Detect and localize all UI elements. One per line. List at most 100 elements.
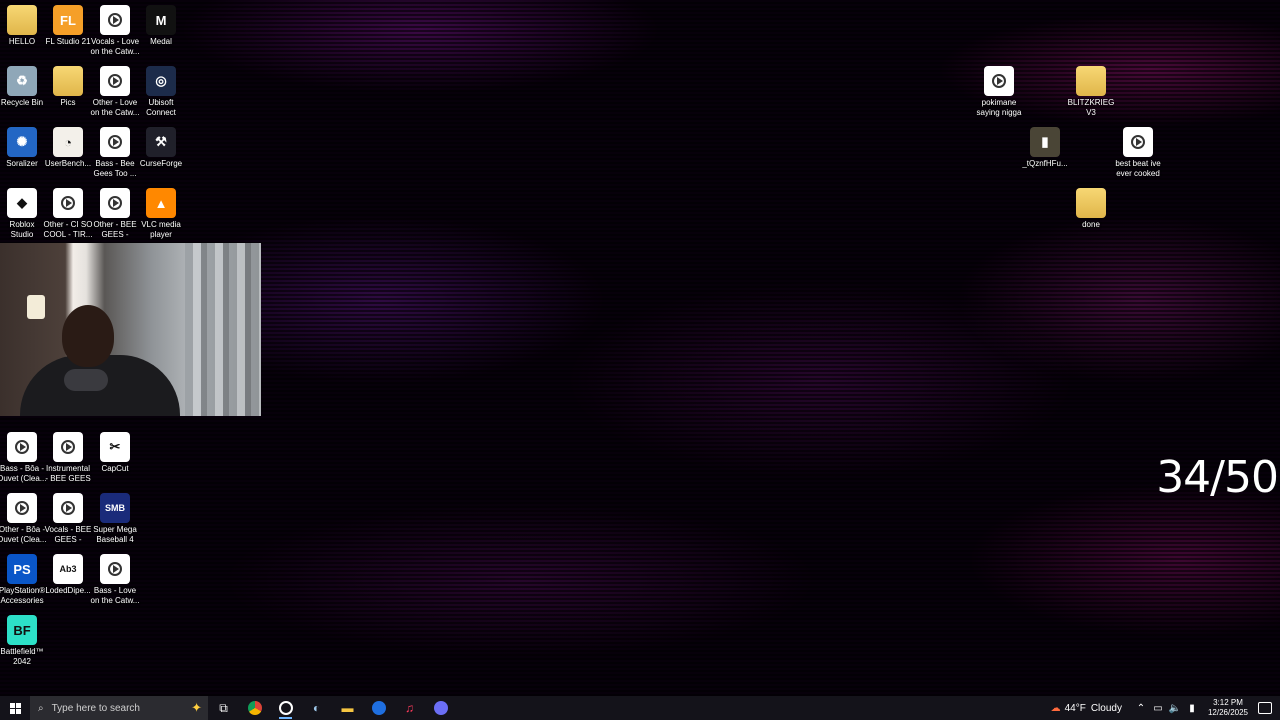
media-file-icon <box>100 5 130 35</box>
desktop-icon-ps-accessories[interactable]: PS PlayStation® Accessories <box>0 554 45 606</box>
desktop-icon-bass-bee[interactable]: Bass - Bee Gees Too ... <box>92 127 138 179</box>
desktop-icon-other-bee[interactable]: Other - BEE GEES - TOO... <box>92 188 138 240</box>
notifications-icon[interactable] <box>1258 702 1272 714</box>
desktop-icon-bass-boa[interactable]: Bass - Bôa - Duvet (Clea... <box>0 432 47 484</box>
desktop-icon-vocals-bee[interactable]: Vocals - BEE GEES - TOO... <box>45 493 91 545</box>
desktop-icon-label: done <box>1082 220 1100 229</box>
desktop-icon-hello[interactable]: HELLO <box>0 5 45 47</box>
weather-widget[interactable]: ☁ 44°F Cloudy <box>1051 703 1122 714</box>
desktop-icon-instrumental[interactable]: Instrumental - BEE GEES ... <box>45 432 91 484</box>
desktop-icon-fl-studio[interactable]: FL FL Studio 21 <box>45 5 91 47</box>
start-button[interactable] <box>0 696 30 720</box>
lamp <box>27 295 45 319</box>
recycle-bin-icon: ♻ <box>7 66 37 96</box>
discord-icon <box>433 701 448 715</box>
media-file-icon <box>100 66 130 96</box>
desktop-icon-done[interactable]: done <box>1068 188 1114 230</box>
desktop-icon-vocals-love[interactable]: Vocals - Love on the Catw... <box>91 5 139 57</box>
music-note-icon: ♫ <box>405 701 414 715</box>
desktop-icon-other-ci-so[interactable]: Other - CI SO COOL - TIR... <box>44 188 92 240</box>
taskbar-clock[interactable]: 3:12 PM 12/26/2025 <box>1208 698 1248 718</box>
taskbar-chrome[interactable] <box>239 696 270 720</box>
desktop-icon-soralizer[interactable]: ✺ Soralizer <box>0 127 45 169</box>
desktop-icon-capcut[interactable]: ✂ CapCut <box>92 432 138 474</box>
curtain <box>185 243 261 416</box>
folder-icon: ▬ <box>341 701 354 715</box>
task-view-icon: ⧉ <box>219 700 228 715</box>
taskbar: ⌕ Type here to search ✦ ⧉ ◐ ▬ ♫ ☁ 44°F C… <box>0 696 1280 720</box>
fl-studio-icon: FL <box>53 5 83 35</box>
desktop-icon-pics[interactable]: Pics <box>45 66 91 108</box>
weather-icon: ☁ <box>1050 702 1061 714</box>
desktop-icon-userbench[interactable]: ◔ UserBench... <box>45 127 91 169</box>
weather-condition: Cloudy <box>1090 702 1122 714</box>
taskbar-steam[interactable]: ◐ <box>301 696 332 720</box>
desktop-icon-label: Medal <box>150 37 172 46</box>
desktop-icon-label: Bass - Bôa - Duvet (Clea... <box>0 464 47 483</box>
media-file-icon <box>984 66 1014 96</box>
desktop-icon-super-mega[interactable]: SMB Super Mega Baseball 4 <box>92 493 138 545</box>
desktop-icon-ubisoft[interactable]: ◎ Ubisoft Connect <box>138 66 184 118</box>
taskbar-file-explorer[interactable]: ▬ <box>332 696 363 720</box>
desktop-icon-label: Vocals - BEE GEES - TOO... <box>44 525 92 544</box>
volume-icon[interactable]: 🔈 <box>1168 703 1182 714</box>
desktop-icon-best-beat[interactable]: best beat ive ever cooked <box>1115 127 1161 179</box>
folder-icon <box>1076 188 1106 218</box>
network-icon[interactable]: ▭ <box>1151 703 1165 714</box>
desktop-icon-curseforge[interactable]: ⚒ CurseForge <box>138 127 184 169</box>
desktop-icon-label: pokimane saying nigga <box>976 98 1022 117</box>
capcut-icon: ✂ <box>100 432 130 462</box>
media-file-icon <box>100 188 130 218</box>
desktop-icon-recycle-bin[interactable]: ♻ Recycle Bin <box>0 66 45 108</box>
desktop-icon-label: BLITZKRIEG V3 <box>1067 98 1115 117</box>
app-circle-icon <box>278 701 293 715</box>
task-view-button[interactable]: ⧉ <box>208 696 239 720</box>
desktop-icon-pokimane[interactable]: pokimane saying nigga <box>976 66 1022 118</box>
media-file-icon <box>100 554 130 584</box>
desktop-icon-battlefield[interactable]: BF Battlefield™ 2042 <box>0 615 45 667</box>
desktop-icon-label: Roblox Studio <box>9 220 35 239</box>
taskbar-search[interactable]: ⌕ Type here to search ✦ <box>30 696 208 720</box>
blue-app-icon <box>371 701 386 715</box>
desktop-icon-label: Other - BEE GEES - TOO... <box>93 220 137 239</box>
search-icon: ⌕ <box>38 702 44 714</box>
ubisoft-icon: ◎ <box>146 66 176 96</box>
taskbar-app-2[interactable] <box>270 696 301 720</box>
chevron-up-icon[interactable]: ⌃ <box>1134 703 1148 714</box>
clock-date: 12/26/2025 <box>1207 708 1248 717</box>
soralizer-icon: ✺ <box>7 127 37 157</box>
desktop-icon-loded-dipe[interactable]: Ab3 LodedDipe... <box>45 554 91 596</box>
desktop-icon-vlc[interactable]: ▲ VLC media player <box>138 188 184 240</box>
media-file-icon <box>7 432 37 462</box>
desktop-icon-roblox[interactable]: ◆ Roblox Studio <box>0 188 45 240</box>
progress-counter: 34/50 <box>1156 452 1279 503</box>
clock-time: 3:12 PM <box>1213 698 1243 707</box>
steam-icon: ◐ <box>312 701 321 715</box>
desktop-icon-label: FL Studio 21 <box>45 37 91 46</box>
person-head <box>62 305 114 367</box>
system-tray: ☁ 44°F Cloudy ⌃ ▭ 🔈 ▮ 3:12 PM 12/26/2025 <box>1051 696 1280 720</box>
media-file-icon <box>53 493 83 523</box>
desktop-icon-tqznf[interactable]: ▮ _tQznfHFu... <box>1022 127 1068 169</box>
taskbar-discord[interactable] <box>425 696 456 720</box>
desktop-icon-other-boa[interactable]: Other - Bôa - Duvet (Clea... <box>0 493 46 545</box>
desktop-icon-label: Bass - Bee Gees Too ... <box>93 159 137 178</box>
desktop-icon-bass-love[interactable]: Bass - Love on the Catw... <box>90 554 140 606</box>
taskbar-music[interactable]: ♫ <box>394 696 425 720</box>
microphone-icon[interactable]: ▮ <box>1185 703 1199 714</box>
media-file-icon <box>100 127 130 157</box>
desktop-icon-blitzkrieg[interactable]: BLITZKRIEG V3 <box>1068 66 1114 118</box>
desktop-icon-other-love[interactable]: Other - Love on the Catw... <box>90 66 140 118</box>
webcam-overlay <box>0 243 261 416</box>
desktop-icon-label: Other - Love on the Catw... <box>90 98 140 117</box>
desktop-icon-label: CapCut <box>101 464 129 473</box>
vlc-icon: ▲ <box>146 188 176 218</box>
search-placeholder: Type here to search <box>51 702 140 714</box>
desktop-icon-label: Bass - Love on the Catw... <box>90 586 140 605</box>
taskbar-app-5[interactable] <box>363 696 394 720</box>
desktop-icon-label: HELLO <box>8 37 36 46</box>
desktop-icon-medal[interactable]: M Medal <box>138 5 184 47</box>
userbench-icon: ◔ <box>53 127 83 157</box>
desktop-icon-label: Recycle Bin <box>0 98 44 107</box>
desktop-icon-label: UserBench... <box>44 159 92 168</box>
